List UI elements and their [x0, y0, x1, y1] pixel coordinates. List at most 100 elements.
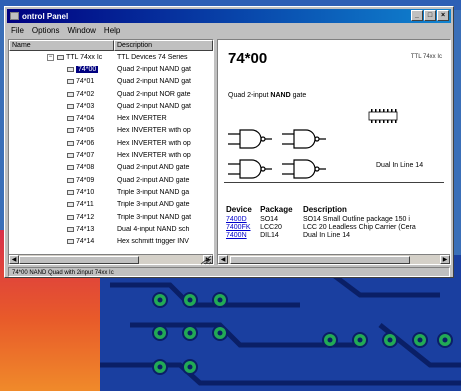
part-description: Quad 2-input NAND gate — [228, 92, 307, 99]
device-row[interactable]: 74*14 Hex schmitt trigger INV — [9, 235, 213, 247]
chip-icon — [67, 79, 74, 85]
tree-root-row[interactable]: − TTL 74xx Ic TTL Devices 74 Series — [9, 51, 213, 63]
detail-scroll-thumb[interactable] — [230, 256, 410, 264]
device-description: Quad 2-input NAND gat — [117, 65, 191, 73]
table-header-package: Package — [260, 205, 293, 214]
menu-file[interactable]: File — [11, 26, 24, 35]
device-name: 74*08 — [76, 164, 95, 172]
menu-help[interactable]: Help — [104, 26, 120, 35]
chip-icon — [67, 202, 74, 208]
device-row[interactable]: 74*09 Quad 2-input AND gate — [9, 174, 213, 186]
device-description: Hex schmitt trigger INV — [117, 238, 189, 246]
title-bar[interactable]: ontrol Panel _ □ × — [7, 9, 451, 23]
device-row[interactable]: 74*12 Triple 3-input NAND gat — [9, 211, 213, 223]
table-header-description: Description — [302, 205, 347, 214]
detail-scroll-left-arrow-icon[interactable]: ◀ — [218, 255, 228, 264]
device-row[interactable]: 74*13 Dual 4-input NAND sch — [9, 223, 213, 235]
device-row[interactable]: 74*02 Quad 2-input NOR gate — [9, 88, 213, 100]
device-description: Hex INVERTER with op — [117, 127, 191, 135]
device-row[interactable]: 74*03 Quad 2-input NAND gat — [9, 100, 213, 112]
device-link[interactable]: 7400D — [226, 216, 260, 224]
device-description: Quad 2-input NOR gate — [117, 90, 191, 98]
device-name: 74*09 — [76, 176, 95, 184]
device-tree-pane: Name Description − TTL 74xx Ic TTL Devic… — [8, 39, 214, 265]
device-detail-pane: 74*00 TTL 74xx Ic Quad 2-input NAND gate — [217, 39, 451, 265]
column-header: Name Description — [9, 40, 213, 51]
tree-root-description: TTL Devices 74 Series — [117, 53, 188, 61]
device-row[interactable]: 74*10 Triple 3-input NAND ga — [9, 186, 213, 198]
column-header-name[interactable]: Name — [9, 40, 114, 51]
horizontal-scrollbar[interactable]: ◀ ▶ — [9, 254, 213, 264]
window-title: ontrol Panel — [22, 11, 69, 21]
detail-scroll-right-arrow-icon[interactable]: ▶ — [440, 255, 450, 264]
dip-package-icon — [368, 109, 398, 123]
device-package-table: Device Package Description 7400D SO14 SO14… — [226, 205, 450, 240]
chip-icon — [67, 165, 74, 171]
chip-icon — [67, 239, 74, 245]
device-name: 74*11 — [76, 201, 94, 209]
device-row[interactable]: 74*01 Quad 2-input NAND gat — [9, 76, 213, 88]
device-row[interactable]: 74*00 Quad 2-input NAND gat — [9, 63, 213, 75]
description-cell: SO14 Small Outline package 150 i — [302, 216, 410, 223]
chip-icon — [67, 91, 74, 97]
package-cell: DIL14 — [260, 232, 279, 239]
device-name: 74*13 — [76, 225, 95, 233]
table-header-device: Device — [226, 205, 252, 214]
column-header-description[interactable]: Description — [114, 40, 213, 51]
scroll-thumb[interactable] — [19, 256, 139, 264]
device-name: 74*01 — [76, 78, 95, 86]
table-row: 7400FK LCC20 LCC 20 Leadless Chip Carrier … — [226, 224, 450, 232]
table-row: 7400N DIL14 Dual In Line 14 — [226, 232, 450, 240]
tree-root-label: TTL 74xx Ic — [66, 53, 103, 61]
menu-options[interactable]: Options — [32, 26, 60, 35]
device-name: 74*00 — [76, 65, 99, 73]
minimize-button[interactable]: _ — [411, 10, 423, 21]
menu-window[interactable]: Window — [67, 26, 95, 35]
device-name: 74*10 — [76, 188, 95, 196]
package-label: Dual In Line 14 — [376, 162, 424, 169]
close-button[interactable]: × — [437, 10, 449, 21]
pane-resize-grip-icon[interactable] — [199, 254, 213, 266]
chip-icon — [67, 103, 74, 109]
package-cell: LCC20 — [260, 224, 282, 231]
chip-icon — [67, 66, 74, 72]
device-name: 74*05 — [76, 127, 95, 135]
device-description: Triple 3-input AND gate — [117, 201, 190, 209]
device-row[interactable]: 74*08 Quad 2-input AND gate — [9, 162, 213, 174]
divider — [224, 182, 444, 183]
device-name: 74*07 — [76, 152, 95, 160]
device-row[interactable]: 74*05 Hex INVERTER with op — [9, 125, 213, 137]
device-link[interactable]: 7400FK — [226, 224, 260, 232]
device-description: Quad 2-input AND gate — [117, 176, 190, 184]
device-name: 74*06 — [76, 139, 95, 147]
device-row[interactable]: 74*07 Hex INVERTER with op — [9, 149, 213, 161]
chip-icon — [67, 153, 74, 159]
device-list: − TTL 74xx Ic TTL Devices 74 Series 74*0… — [9, 51, 213, 248]
chip-icon — [67, 214, 74, 220]
device-description: Hex INVERTER with op — [117, 139, 191, 147]
device-description: Dual 4-input NAND sch — [117, 225, 190, 233]
table-row: 7400D SO14 SO14 Small Outline package 150 … — [226, 216, 450, 224]
device-description: Quad 2-input AND gate — [117, 164, 190, 172]
chip-icon — [67, 140, 74, 146]
package-cell: SO14 — [260, 216, 278, 223]
device-row[interactable]: 74*04 Hex INVERTER — [9, 112, 213, 124]
device-row[interactable]: 74*11 Triple 3-input AND gate — [9, 199, 213, 211]
chip-icon — [67, 128, 74, 134]
app-icon — [10, 12, 19, 20]
status-bar: 74*00 NAND Quad with 2input 74xx Ic — [8, 267, 450, 277]
part-family-label: TTL 74xx Ic — [410, 54, 442, 60]
device-description: Hex INVERTER with op — [117, 152, 191, 160]
maximize-button[interactable]: □ — [424, 10, 436, 21]
device-description: Hex INVERTER — [117, 115, 167, 123]
device-name: 74*02 — [76, 90, 95, 98]
collapse-toggle-icon[interactable]: − — [47, 53, 54, 61]
scroll-left-arrow-icon[interactable]: ◀ — [9, 255, 19, 264]
device-row[interactable]: 74*06 Hex INVERTER with op — [9, 137, 213, 149]
device-description: Triple 3-input NAND gat — [117, 213, 192, 221]
detail-horizontal-scrollbar[interactable]: ◀ ▶ — [218, 254, 450, 264]
device-name: 74*03 — [76, 102, 95, 110]
device-name: 74*12 — [76, 213, 95, 221]
device-link[interactable]: 7400N — [226, 232, 260, 240]
device-name: 74*14 — [76, 238, 95, 246]
